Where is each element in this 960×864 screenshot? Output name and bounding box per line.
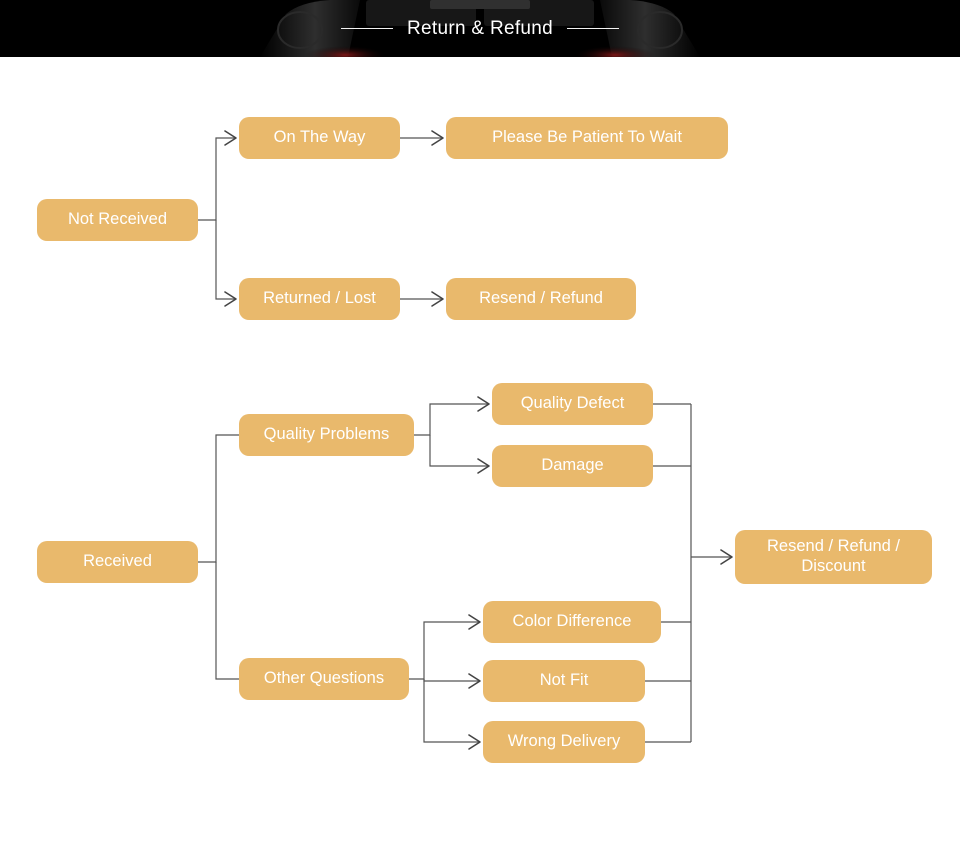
node-label-quality-defect: Quality Defect — [521, 394, 625, 412]
node-label-damage: Damage — [541, 456, 603, 474]
node-layer: Not Received On The Way Please Be Patient … — [37, 117, 932, 763]
node-label-other-questions: Other Questions — [264, 669, 384, 687]
connector-quality-problems-to-quality-defect — [414, 403, 489, 436]
title-rule-right-icon — [567, 28, 620, 29]
return-refund-flowchart: Not Received On The Way Please Be Patient … — [0, 57, 960, 864]
page-banner: Return & Refund — [0, 0, 960, 57]
node-quality-defect[interactable]: Quality Defect — [492, 383, 653, 425]
node-resend-refund-discount[interactable]: Resend / Refund / Discount — [735, 530, 932, 584]
connector-other-questions-to-wrong-delivery — [423, 679, 480, 743]
node-on-the-way[interactable]: On The Way — [239, 117, 400, 159]
node-label-wrong-delivery: Wrong Delivery — [508, 732, 621, 750]
node-label-quality-problems: Quality Problems — [264, 425, 390, 443]
node-please-be-patient[interactable]: Please Be Patient To Wait — [446, 117, 728, 159]
node-label-not-received: Not Received — [68, 210, 167, 228]
connector-not-received-to-returned-lost — [215, 220, 236, 300]
node-received[interactable]: Received — [37, 541, 198, 583]
banner-title-row: Return & Refund — [0, 0, 960, 57]
node-resend-refund[interactable]: Resend / Refund — [446, 278, 636, 320]
node-not-fit[interactable]: Not Fit — [483, 660, 645, 702]
connector-quality-problems-to-damage — [429, 435, 489, 467]
node-damage[interactable]: Damage — [492, 445, 653, 487]
node-label-returned-lost: Returned / Lost — [263, 289, 376, 307]
node-color-difference[interactable]: Color Difference — [483, 601, 661, 643]
node-returned-lost[interactable]: Returned / Lost — [239, 278, 400, 320]
page-title: Return & Refund — [406, 17, 554, 39]
connector-received-to-quality-problems — [198, 434, 239, 563]
node-wrong-delivery[interactable]: Wrong Delivery — [483, 721, 645, 763]
node-label-on-the-way: On The Way — [274, 128, 366, 146]
connector-other-questions-to-color-difference — [409, 621, 480, 680]
flowchart-canvas: Not Received On The Way Please Be Patient … — [37, 117, 932, 763]
node-label-received: Received — [83, 552, 152, 570]
node-not-received[interactable]: Not Received — [37, 199, 198, 241]
node-label-please-be-patient: Please Be Patient To Wait — [492, 128, 682, 146]
title-rule-left-icon — [340, 28, 393, 29]
connector-other-questions-to-not-fit — [423, 679, 480, 682]
node-label-resend-refund: Resend / Refund — [479, 289, 603, 307]
connector-received-to-other-questions — [215, 562, 239, 680]
node-quality-problems[interactable]: Quality Problems — [239, 414, 414, 456]
node-label-not-fit: Not Fit — [540, 671, 589, 689]
node-other-questions[interactable]: Other Questions — [239, 658, 409, 700]
connector-not-received-to-on-the-way — [198, 137, 236, 221]
node-label-color-difference: Color Difference — [513, 612, 632, 630]
